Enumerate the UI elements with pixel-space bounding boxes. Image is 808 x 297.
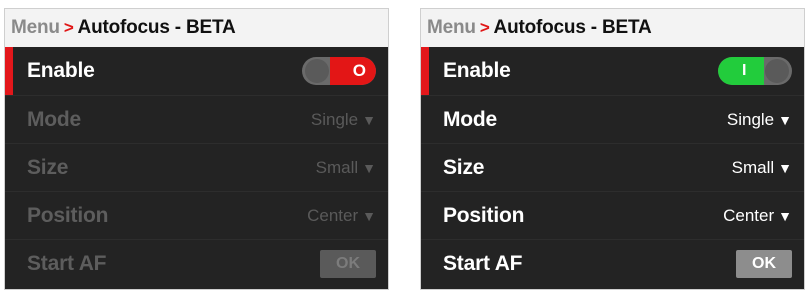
size-dropdown: Small ▼ — [316, 158, 376, 178]
screenshot-comparison: Menu > Autofocus - BETA Enable O Mode Si… — [0, 0, 808, 297]
chevron-down-icon: ▼ — [778, 207, 792, 224]
toggle-off-icon: O — [352, 61, 366, 80]
start-af-ok-button: OK — [320, 249, 376, 278]
position-value: Center — [723, 205, 775, 225]
chevron-down-icon: ▼ — [362, 159, 376, 176]
chevron-down-icon: ▼ — [362, 207, 376, 224]
start-af-label: Start AF — [443, 251, 523, 275]
size-value: Small — [315, 157, 359, 177]
page-title: Autofocus - BETA — [77, 17, 236, 38]
enable-row[interactable]: Enable I — [421, 47, 804, 95]
enable-label: Enable — [443, 59, 511, 82]
breadcrumb-chevron-icon: > — [479, 18, 490, 37]
position-row[interactable]: Position Center ▼ — [421, 191, 804, 239]
toggle-knob — [765, 59, 789, 83]
position-row: Position Center ▼ — [5, 191, 388, 239]
size-value: Small — [731, 157, 775, 177]
chevron-down-icon: ▼ — [778, 111, 792, 128]
position-dropdown[interactable]: Center ▼ — [723, 206, 792, 226]
mode-row[interactable]: Mode Single ▼ — [421, 95, 804, 143]
breadcrumb: Menu > Autofocus - BETA — [5, 9, 388, 47]
size-row[interactable]: Size Small ▼ — [421, 143, 804, 191]
breadcrumb-menu-link[interactable]: Menu — [427, 17, 476, 39]
mode-label: Mode — [27, 107, 82, 131]
mode-value: Single — [310, 109, 359, 129]
toggle-track-fill — [718, 57, 764, 85]
position-label: Position — [443, 203, 525, 227]
position-value: Center — [307, 205, 359, 225]
breadcrumb: Menu > Autofocus - BETA — [421, 9, 804, 47]
page-title: Autofocus - BETA — [493, 17, 652, 38]
mode-dropdown: Single ▼ — [311, 110, 376, 130]
breadcrumb-chevron-icon: > — [63, 18, 74, 37]
size-row: Size Small ▼ — [5, 143, 388, 191]
mode-dropdown[interactable]: Single ▼ — [727, 110, 792, 130]
start-af-label: Start AF — [27, 251, 107, 275]
toggle-on-icon: I — [742, 62, 747, 79]
autofocus-menu-disabled: Menu > Autofocus - BETA Enable O Mode Si… — [4, 8, 389, 290]
chevron-down-icon: ▼ — [778, 159, 792, 176]
position-label: Position — [27, 203, 109, 227]
size-dropdown[interactable]: Small ▼ — [732, 158, 792, 178]
chevron-down-icon: ▼ — [362, 111, 376, 128]
toggle-knob — [305, 59, 329, 83]
enable-toggle[interactable]: I — [718, 57, 792, 85]
enable-row[interactable]: Enable O — [5, 47, 388, 95]
mode-value: Single — [726, 109, 775, 129]
breadcrumb-menu-link[interactable]: Menu — [11, 17, 60, 39]
enable-label: Enable — [27, 59, 95, 82]
mode-label: Mode — [443, 107, 498, 131]
enable-toggle[interactable]: O — [302, 57, 376, 85]
start-af-row[interactable]: Start AF OK — [421, 239, 804, 287]
size-label: Size — [443, 155, 485, 179]
position-dropdown: Center ▼ — [307, 206, 376, 226]
mode-row: Mode Single ▼ — [5, 95, 388, 143]
size-label: Size — [27, 155, 69, 179]
autofocus-menu-enabled: Menu > Autofocus - BETA Enable I Mode Si… — [420, 8, 805, 290]
start-af-row: Start AF OK — [5, 239, 388, 287]
start-af-ok-button[interactable]: OK — [736, 249, 792, 278]
